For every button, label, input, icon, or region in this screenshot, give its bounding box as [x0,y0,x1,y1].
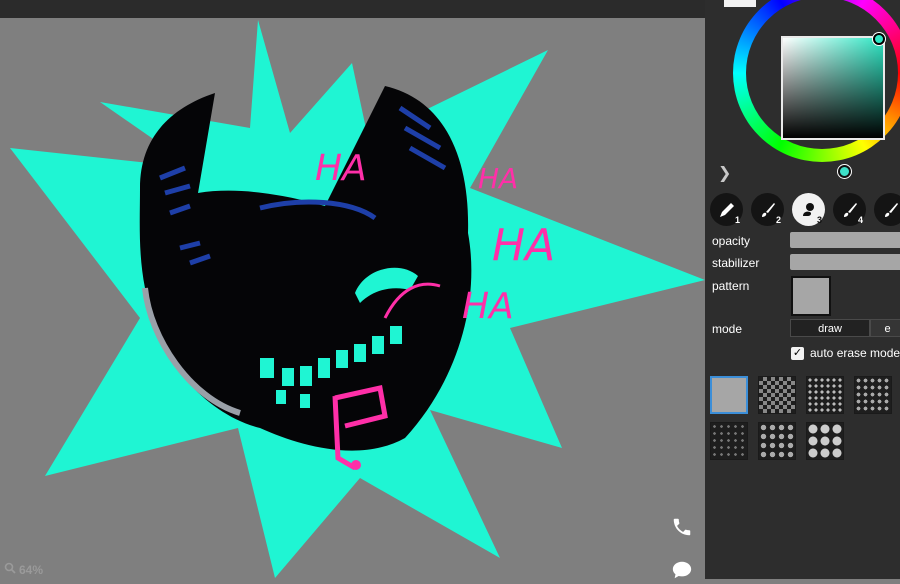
chevron-right-icon[interactable]: ❯ [718,163,731,183]
saturation-value-picker[interactable] [781,36,885,140]
pattern-preview[interactable] [791,276,831,316]
tongue-tip [351,460,361,470]
pattern-stars[interactable] [758,422,796,460]
auto-erase-checkbox[interactable]: ✓ [791,347,804,360]
opacity-label: opacity [712,234,750,248]
mode-label: mode [712,322,742,336]
stabilizer-label: stabilizer [712,256,759,270]
phone-icon[interactable] [668,513,696,541]
brush-icon [881,200,900,220]
pattern-dots[interactable] [854,376,892,414]
pattern-dots-dense[interactable] [806,376,844,414]
mode-draw-button[interactable]: draw [790,319,870,337]
brush-number: 3 [817,215,822,225]
magnifier-icon [4,562,16,577]
ha-text-3: HA [492,220,555,271]
brush-selector: 1 2 3 4 [710,193,900,227]
mode-erase-button[interactable]: e [870,319,900,337]
pattern-checker[interactable] [758,376,796,414]
brush-4-button[interactable]: 4 [833,193,866,226]
ha-text-2: HA [478,162,518,195]
brush-5-button[interactable] [874,193,900,226]
pattern-large-dots[interactable] [806,422,844,460]
brush-icon [840,200,860,220]
top-bar [0,0,705,18]
brush-number: 1 [735,215,740,225]
tools-panel: ❯ 1 2 3 4 opacity stabilizer pattern mod… [705,0,900,579]
brush-3-button[interactable]: 3 [792,193,825,226]
pencil-icon [717,200,737,220]
stabilizer-slider[interactable] [790,254,900,270]
chat-bubble-icon[interactable] [668,556,696,584]
zoom-level: 64% [19,563,43,577]
brush-2-button[interactable]: 2 [751,193,784,226]
auto-erase-label: auto erase mode [810,346,900,360]
brush-number: 2 [776,215,781,225]
pattern-dots-sparse[interactable] [710,422,748,460]
auto-erase-option[interactable]: ✓ auto erase mode [791,346,900,360]
zoom-indicator[interactable]: 64% [4,562,43,577]
brush-1-button[interactable]: 1 [710,193,743,226]
brush-icon [758,200,778,220]
pattern-label: pattern [712,279,749,293]
brush-number: 4 [858,215,863,225]
pattern-solid[interactable] [710,376,748,414]
current-color-swatch[interactable] [724,0,756,7]
drawing-canvas[interactable]: HA HA HA HA 64% [0,18,705,579]
smudge-brush-icon [799,200,819,220]
hue-handle[interactable] [838,165,851,178]
mode-toggle: draw e [790,319,900,337]
ha-text-1: HA [315,148,367,189]
ha-text-4: HA [462,286,514,327]
artwork: HA HA HA HA [0,18,705,579]
opacity-slider[interactable] [790,232,900,248]
color-picker-handle[interactable] [873,33,885,45]
